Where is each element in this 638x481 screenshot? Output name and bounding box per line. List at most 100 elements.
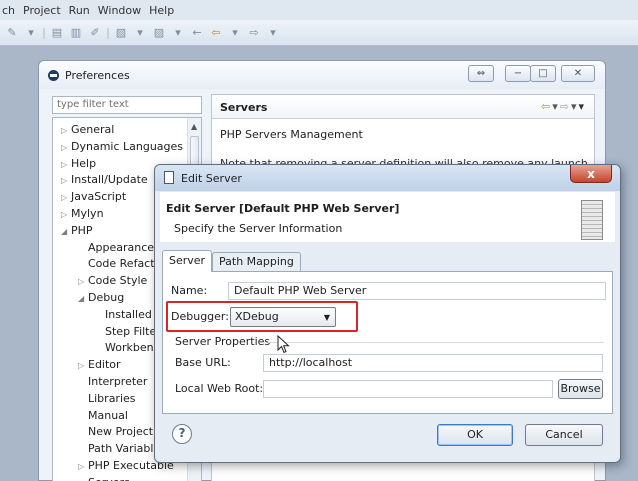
annotation-icon[interactable]: ▧ [113, 25, 129, 41]
back-history-icon[interactable]: ← [189, 25, 205, 41]
tree-item[interactable]: Servers [78, 475, 130, 481]
preferences-title: Preferences [65, 69, 130, 82]
menu-item-search[interactable]: ch [0, 4, 21, 17]
chevron-right-icon[interactable]: ▷ [61, 157, 71, 173]
chevron-down-icon[interactable]: ◢ [61, 224, 71, 240]
tree-item[interactable]: New Project [78, 424, 153, 440]
tree-item-label: JavaScript [71, 190, 127, 204]
menu-item-help[interactable]: Help [147, 4, 180, 17]
ok-button[interactable]: OK [437, 424, 513, 446]
minimize-icon[interactable]: − [505, 65, 531, 82]
debugger-highlight-box [166, 301, 358, 332]
chevron-right-icon[interactable]: ▷ [61, 123, 71, 139]
tree-item[interactable]: ▷ Code Style [78, 273, 147, 289]
base-url-label: Base URL: [175, 356, 231, 369]
forward-arrow-icon[interactable]: ⇨ [246, 25, 262, 41]
tree-item-label: New Project [88, 425, 154, 439]
tree-item[interactable]: Installed I [95, 307, 159, 323]
dialog-header: Edit Server [Default PHP Web Server] Spe… [160, 192, 615, 242]
chevron-right-icon[interactable]: ▷ [78, 358, 88, 374]
cancel-button[interactable]: Cancel [525, 424, 603, 446]
tree-item[interactable]: ▷ JavaScript [61, 189, 126, 205]
tree-item-label: Manual [88, 408, 128, 422]
chevron-right-icon[interactable]: ▷ [61, 207, 71, 223]
tree-item-label: Interpreter [88, 375, 148, 388]
dialog-close-button[interactable]: x [570, 165, 612, 183]
chevron-right-icon[interactable]: ▷ [78, 274, 88, 290]
menu-item-project[interactable]: Project [21, 4, 67, 17]
dropdown-icon[interactable]: ▾ [23, 25, 39, 41]
tree-item[interactable]: Code Refacto [78, 256, 161, 272]
tree-item[interactable]: ▷ Help [61, 156, 96, 172]
chevron-right-icon[interactable]: ▷ [61, 190, 71, 206]
tree-item-label: General [71, 123, 115, 136]
menu-bar: ch Project Run Window Help [0, 0, 638, 20]
list-alt-icon[interactable]: ▥ [68, 25, 84, 41]
tree-item[interactable]: ◢ Debug [78, 290, 124, 306]
dropdown-icon[interactable]: ▾ [552, 100, 560, 113]
name-field[interactable]: Default PHP Web Server [228, 282, 606, 300]
menu-icon[interactable]: ▾ [578, 100, 586, 113]
tree-item-label: Appearance [88, 240, 155, 254]
tree-item-label: Path Variable [88, 442, 161, 456]
scroll-up-icon[interactable]: ▲ [191, 122, 197, 131]
tree-item[interactable]: ▷ Mylyn [61, 206, 104, 222]
dropdown-icon[interactable]: ▾ [132, 25, 148, 41]
tree-item-label: Mylyn [71, 207, 104, 220]
tree-item[interactable]: Step Filte [95, 324, 156, 340]
chevron-right-icon[interactable]: ▷ [78, 459, 88, 475]
dialog-titlebar: Edit Server x [155, 165, 620, 191]
local-root-field[interactable] [263, 380, 553, 398]
wand-icon[interactable]: ✎ [4, 25, 20, 41]
maximize-icon[interactable]: □ [530, 65, 556, 82]
dialog-title: Edit Server [181, 172, 242, 185]
tree-item[interactable]: Workben [95, 340, 154, 356]
dropdown-icon[interactable]: ▾ [265, 25, 281, 41]
tab-bar: Server Path Mapping [162, 250, 613, 272]
chevron-right-icon[interactable]: ▷ [61, 173, 71, 189]
tree-item[interactable]: ◢ PHP [61, 223, 93, 239]
browse-button[interactable]: Browse [558, 379, 603, 399]
page-navigation[interactable]: ⇦▾⇨▾▾ [541, 100, 586, 113]
tree-item-label: Dynamic Languages [71, 139, 184, 153]
toolbar: ✎ ▾ | ▤ ▥ ✐ | ▧ ▾ ▨ ▾ ← ⇦ ▾ ⇨ ▾ [0, 20, 638, 46]
annotation-alt-icon[interactable]: ▨ [151, 25, 167, 41]
filter-input[interactable]: type filter text [52, 96, 202, 114]
close-icon[interactable]: ✕ [561, 65, 595, 82]
tree-item-label: Installed I [105, 307, 159, 321]
tree-item[interactable]: ▷ General [61, 122, 114, 138]
eclipse-icon [48, 70, 59, 81]
help-icon[interactable]: ? [172, 424, 192, 444]
tree-item-label: Editor [88, 358, 121, 372]
tree-item[interactable]: Interpreter [78, 374, 147, 390]
list-icon[interactable]: ▤ [49, 25, 65, 41]
restore-icon[interactable]: ⇔ [468, 65, 494, 82]
dialog-header-title: Edit Server [Default PHP Web Server] [166, 202, 400, 215]
forward-arrow-icon[interactable]: ⇨ [560, 100, 571, 113]
tab-path-mapping[interactable]: Path Mapping [212, 252, 301, 271]
back-arrow-icon[interactable]: ⇦ [541, 100, 552, 113]
dropdown-icon[interactable]: ▾ [227, 25, 243, 41]
page-header: Servers ⇦▾⇨▾▾ [212, 95, 594, 119]
name-label: Name: [171, 284, 208, 297]
group-divider [268, 342, 604, 343]
tree-item[interactable]: Manual [78, 408, 128, 424]
base-url-field[interactable]: http://localhost [263, 354, 603, 372]
chevron-down-icon[interactable]: ◢ [78, 291, 88, 307]
tree-item-label: Step Filte [105, 324, 157, 338]
tree-item[interactable]: Libraries [78, 391, 136, 407]
pen-icon[interactable]: ✐ [87, 25, 103, 41]
tree-item[interactable]: ▷ Dynamic Languages [61, 139, 183, 155]
tree-item[interactable]: ▷ Editor [78, 357, 121, 373]
server-icon [581, 200, 603, 240]
chevron-right-icon[interactable]: ▷ [61, 140, 71, 156]
tree-item[interactable]: Path Variable [78, 441, 160, 457]
menu-item-run[interactable]: Run [67, 4, 96, 17]
dropdown-icon[interactable]: ▾ [170, 25, 186, 41]
menu-item-window[interactable]: Window [96, 4, 147, 17]
back-arrow-icon[interactable]: ⇦ [208, 25, 224, 41]
tree-item[interactable]: ▷ Install/Update [61, 172, 148, 188]
tree-item[interactable]: Appearance [78, 240, 154, 256]
local-root-label: Local Web Root: [175, 382, 264, 395]
tab-server[interactable]: Server [162, 250, 213, 272]
